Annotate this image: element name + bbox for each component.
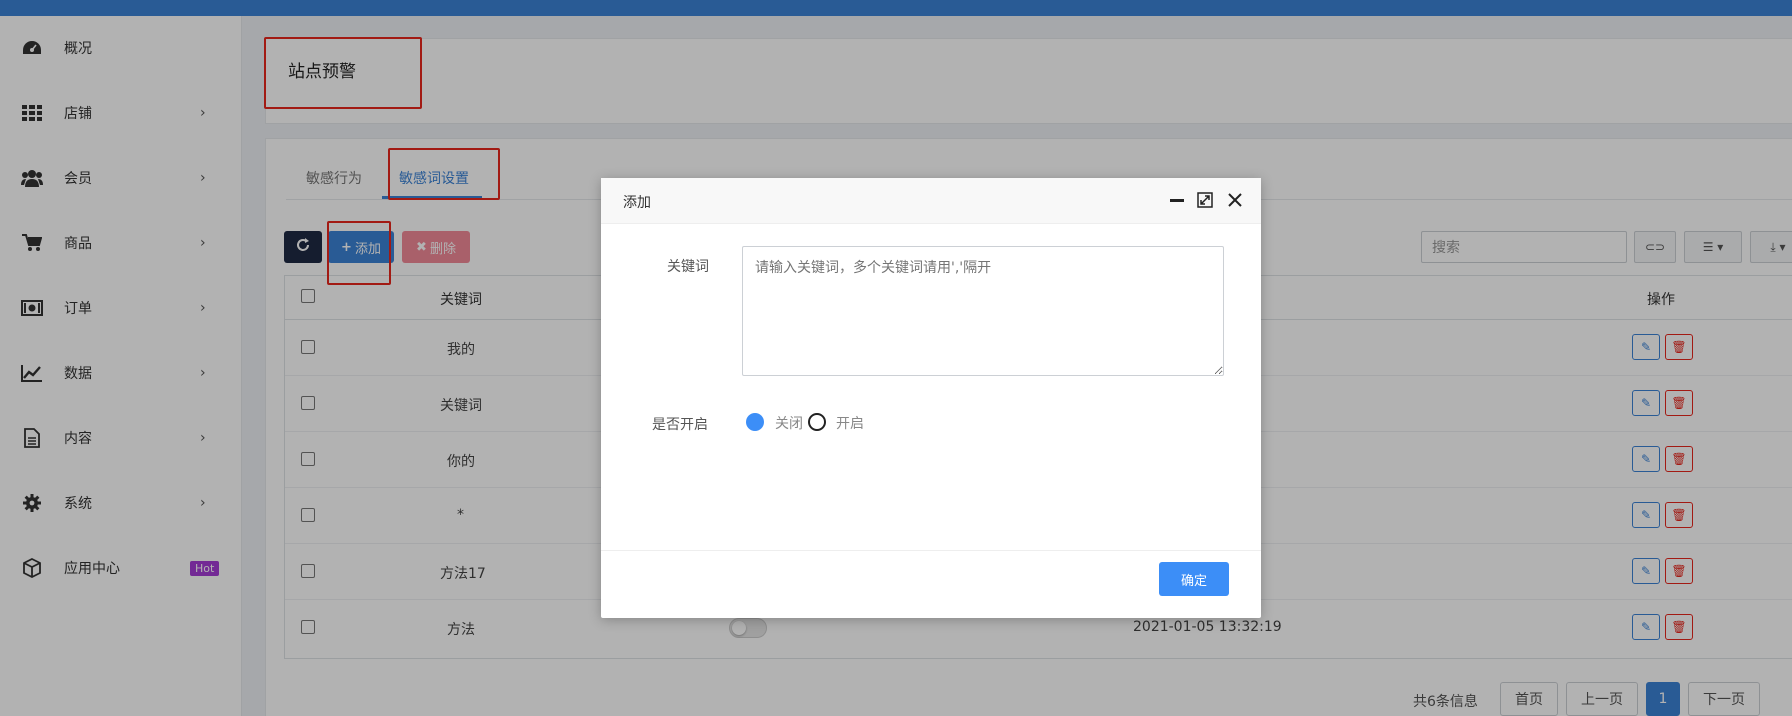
confirm-button[interactable]: 确定 — [1159, 562, 1229, 596]
dialog-title: 添加 — [623, 195, 651, 211]
radio-off-option[interactable] — [746, 413, 764, 431]
keyword-textarea[interactable] — [742, 246, 1224, 376]
radio-label-off: 关闭 — [775, 416, 803, 432]
dialog-footer-divider — [601, 550, 1261, 551]
dialog-header: 添加 — [601, 178, 1261, 224]
enable-field-label: 是否开启 — [652, 417, 708, 433]
close-icon[interactable] — [1225, 190, 1245, 210]
maximize-icon[interactable] — [1195, 190, 1215, 210]
minimize-icon[interactable] — [1167, 190, 1187, 210]
radio-on-option[interactable] — [808, 413, 826, 431]
keyword-field-label: 关键词 — [667, 259, 709, 275]
radio-label-on: 开启 — [836, 416, 864, 432]
add-keyword-dialog: 添加 关键词 是否开启 关闭 开启 确定 — [601, 178, 1261, 618]
